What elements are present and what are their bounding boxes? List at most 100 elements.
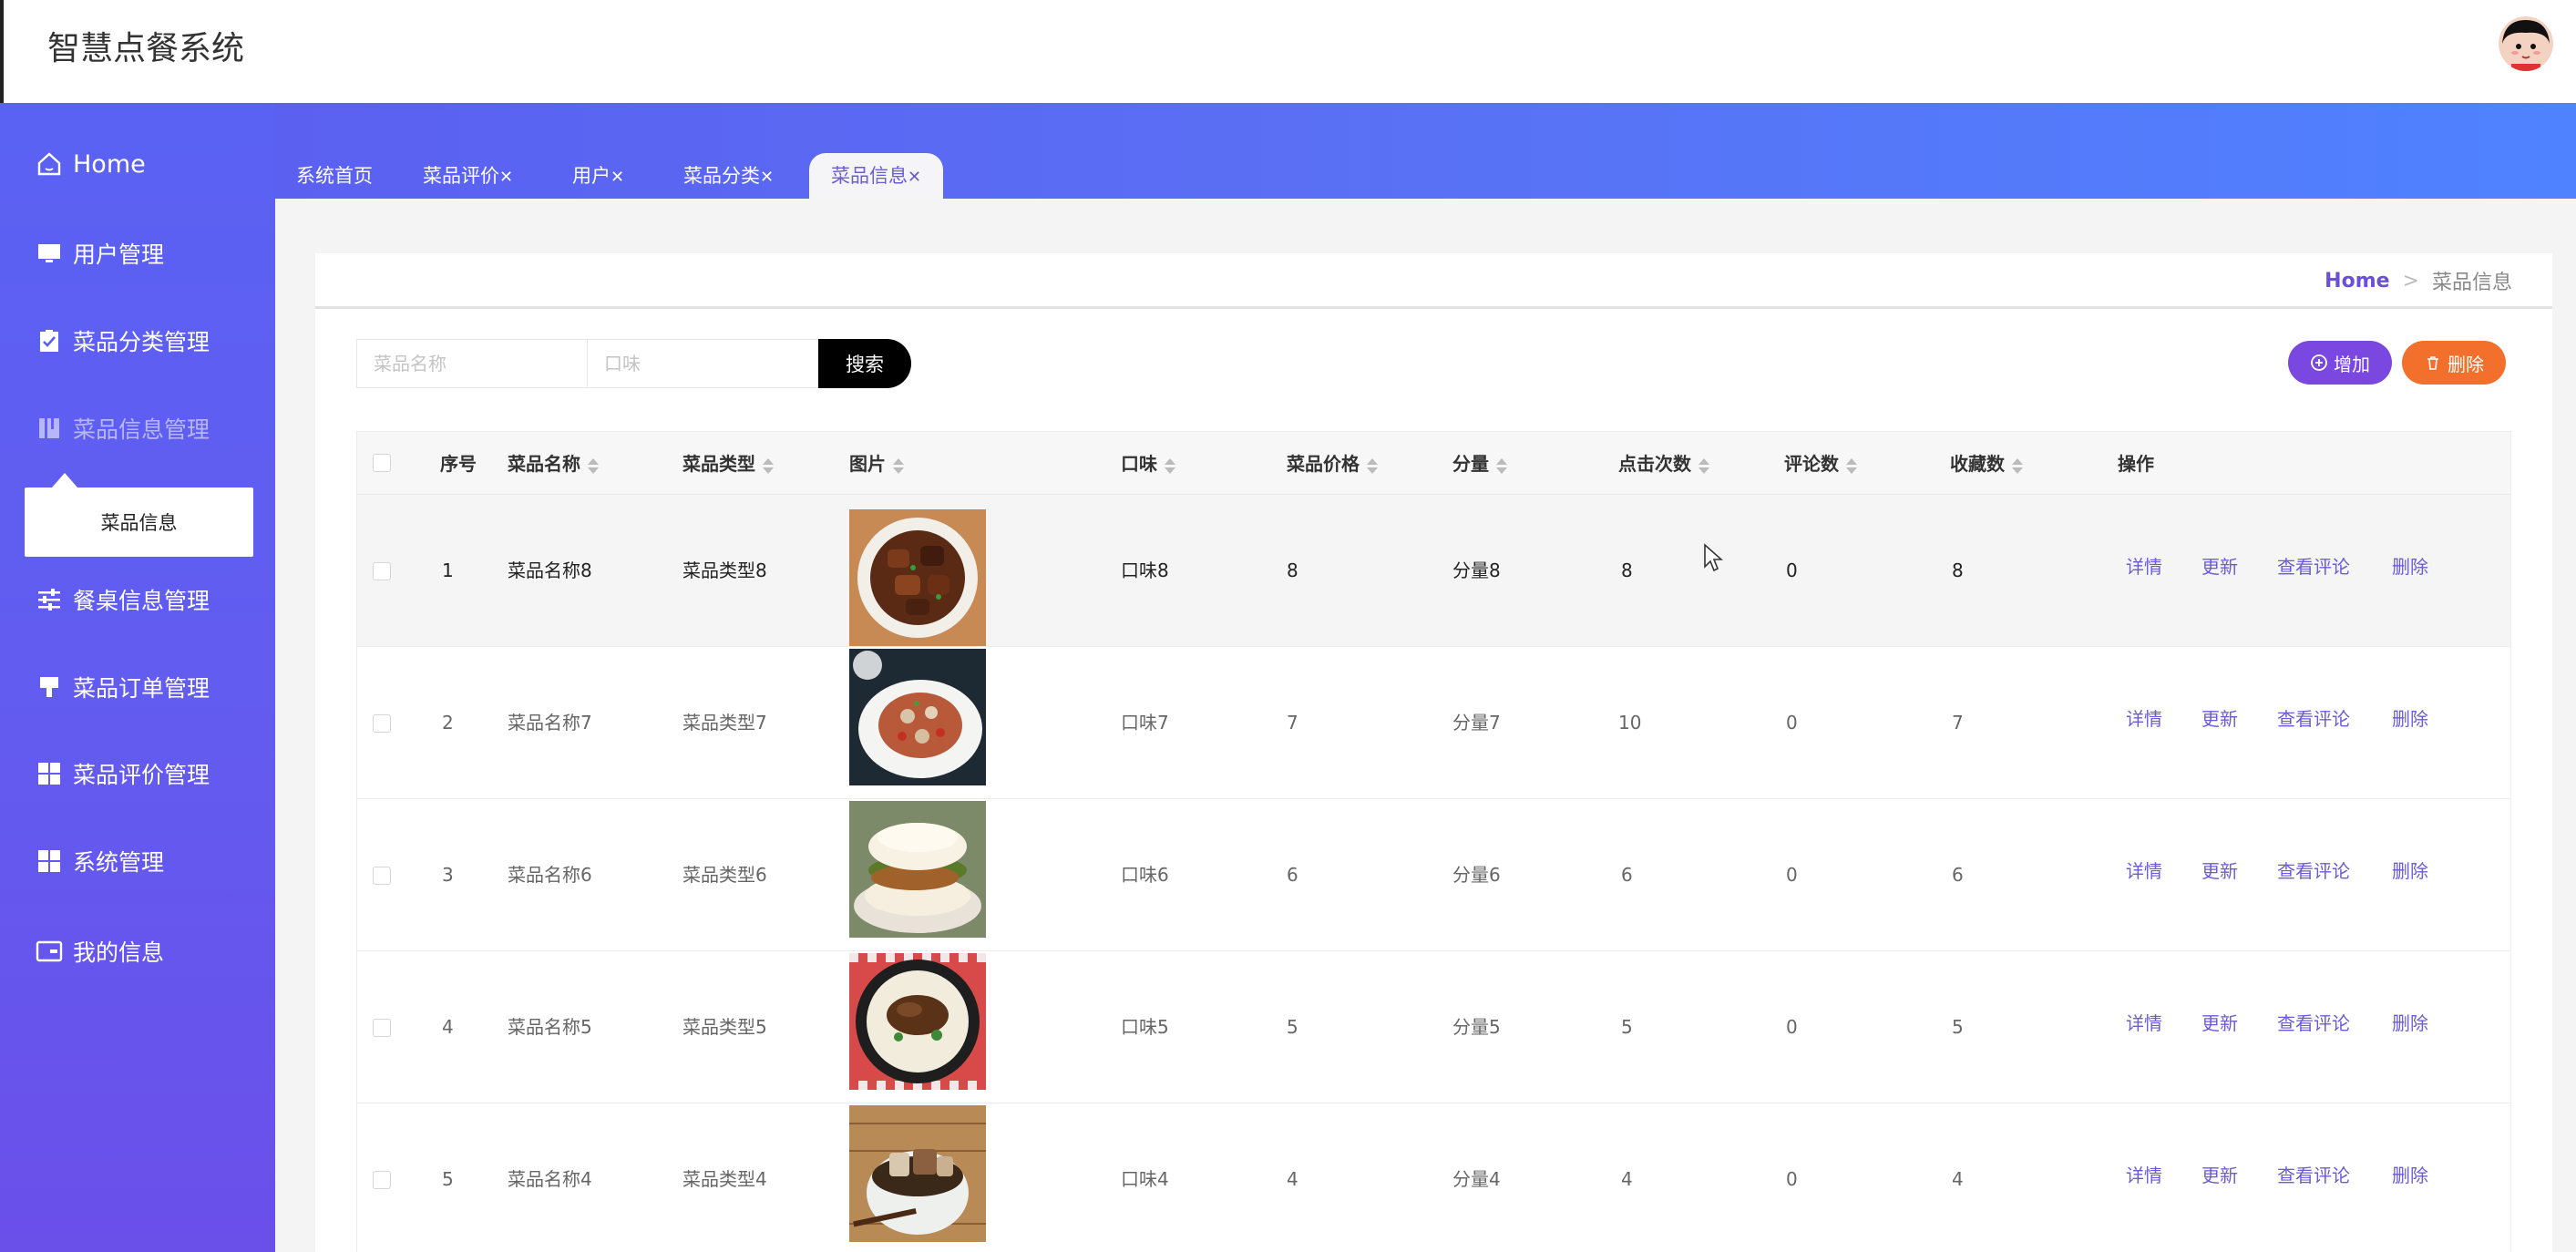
row-checkbox[interactable] [373,867,391,885]
select-all-checkbox[interactable] [373,454,391,472]
table-row[interactable]: 1 菜品名称8 菜品类型8 口味8 8 分量8 8 0 8 详情 更新 查看评论… [356,495,2511,647]
sort-icon[interactable] [763,457,774,475]
cell-price: 5 [1287,1016,1298,1038]
add-button[interactable]: 增加 [2288,341,2392,385]
row-delete-button[interactable]: 删除 [2392,948,2428,1100]
header-clicks[interactable]: 点击次数 [1618,432,1709,496]
table-row[interactable]: 3 菜品名称6 菜品类型6 口味6 6 分量6 6 0 6 详情 更新 查看评论… [356,799,2511,951]
sort-icon[interactable] [1165,457,1175,475]
sidebar-item-category[interactable]: 菜品分类管理 [35,318,210,364]
sidebar-item-label: 菜品订单管理 [73,675,210,702]
header-type[interactable]: 菜品类型 [682,432,774,496]
sidebar-item-table-info[interactable]: 餐桌信息管理 [35,577,210,622]
cell-type: 菜品类型8 [682,559,767,581]
row-delete-button[interactable]: 删除 [2392,795,2428,948]
cell-taste: 口味8 [1121,559,1169,581]
row-delete-button[interactable]: 删除 [2392,491,2428,643]
cell-type: 菜品类型5 [682,1016,767,1038]
close-icon[interactable]: ✕ [499,168,513,187]
cell-index: 3 [442,864,454,886]
breadcrumb: Home > 菜品信息 [2325,266,2512,295]
header-portion[interactable]: 分量 [1452,432,1507,496]
sidebar-item-system[interactable]: 系统管理 [35,838,164,884]
cell-clicks: 5 [1621,1016,1633,1038]
brush-icon [35,672,64,702]
sidebar-item-users[interactable]: 用户管理 [35,231,164,276]
detail-button[interactable]: 详情 [2126,795,2162,948]
close-icon[interactable]: ✕ [760,168,774,187]
header-label: 菜品价格 [1287,453,1360,475]
tab-dish-info[interactable]: 菜品信息✕ [809,153,944,199]
view-reviews-button[interactable]: 查看评论 [2277,795,2350,948]
cell-reviews: 0 [1786,1016,1798,1038]
close-icon[interactable]: ✕ [908,168,921,187]
cell-index: 4 [442,1016,454,1038]
sort-icon[interactable] [1367,457,1378,475]
breadcrumb-home[interactable]: Home [2325,270,2389,292]
detail-button[interactable]: 详情 [2126,643,2162,795]
grid-icon [35,759,64,788]
cell-index: 1 [442,559,454,581]
row-checkbox[interactable] [373,1019,391,1037]
tab-users[interactable]: 用户✕ [572,153,624,199]
table-header: 序号 菜品名称 菜品类型 图片 口味 菜品价格 分量 点击次数 评论数 收藏数 … [356,431,2511,495]
tab-home[interactable]: 系统首页 [296,153,373,199]
cell-reviews: 0 [1786,1168,1798,1190]
sort-icon[interactable] [1846,457,1857,475]
user-avatar[interactable] [2499,16,2553,71]
close-icon[interactable]: ✕ [611,168,624,187]
plus-circle-icon [2311,354,2327,371]
top-header: 智慧点餐系统 [0,0,2576,103]
header-name[interactable]: 菜品名称 [508,432,599,496]
view-reviews-button[interactable]: 查看评论 [2277,948,2350,1100]
row-delete-button[interactable]: 删除 [2392,1100,2428,1252]
divider [315,306,2552,309]
view-reviews-button[interactable]: 查看评论 [2277,643,2350,795]
update-button[interactable]: 更新 [2201,643,2238,795]
batch-delete-button[interactable]: 删除 [2402,341,2506,385]
sort-icon[interactable] [588,457,599,475]
sort-icon[interactable] [1699,457,1709,475]
cell-favorites: 4 [1952,1168,1964,1190]
dish-name-input[interactable] [356,339,588,388]
update-button[interactable]: 更新 [2201,948,2238,1100]
sidebar-item-profile[interactable]: 我的信息 [35,929,164,974]
update-button[interactable]: 更新 [2201,795,2238,948]
row-checkbox[interactable] [373,562,391,580]
cell-favorites: 6 [1952,864,1964,886]
sidebar-item-reviews[interactable]: 菜品评价管理 [35,751,210,796]
sidebar-item-home[interactable]: Home [35,141,146,187]
header-price[interactable]: 菜品价格 [1287,432,1378,496]
delete-button-label: 删除 [2448,353,2484,375]
cell-price: 7 [1287,712,1298,734]
sort-icon[interactable] [1496,457,1507,475]
view-reviews-button[interactable]: 查看评论 [2277,491,2350,643]
header-favorites[interactable]: 收藏数 [1950,432,2023,496]
row-delete-button[interactable]: 删除 [2392,643,2428,795]
table-row[interactable]: 5 菜品名称4 菜品类型4 口味4 4 分量4 4 0 4 详情 更新 查看评论… [356,1103,2511,1252]
sort-icon[interactable] [2012,457,2023,475]
row-checkbox[interactable] [373,714,391,733]
detail-button[interactable]: 详情 [2126,948,2162,1100]
taste-input[interactable] [587,339,819,388]
table-row[interactable]: 2 菜品名称7 菜品类型7 口味7 7 分量7 10 0 7 详情 更新 查看评… [356,647,2511,799]
sliders-icon [35,585,64,614]
sidebar-item-dish-info[interactable]: 菜品信息管理 [35,405,210,451]
table-row[interactable]: 4 菜品名称5 菜品类型5 口味5 5 分量5 5 0 5 详情 更新 查看评论… [356,951,2511,1103]
row-checkbox[interactable] [373,1171,391,1189]
detail-button[interactable]: 详情 [2126,491,2162,643]
tab-dish-reviews[interactable]: 菜品评价✕ [423,153,513,199]
submenu-item-dish-info[interactable]: 菜品信息 [25,487,253,557]
update-button[interactable]: 更新 [2201,1100,2238,1252]
tab-dish-category[interactable]: 菜品分类✕ [683,153,774,199]
detail-button[interactable]: 详情 [2126,1100,2162,1252]
sort-icon[interactable] [893,457,904,475]
search-button[interactable]: 搜索 [818,339,911,388]
header-index: 序号 [440,453,477,475]
sidebar-item-orders[interactable]: 菜品订单管理 [35,664,210,710]
view-reviews-button[interactable]: 查看评论 [2277,1100,2350,1252]
header-image[interactable]: 图片 [849,432,904,496]
header-reviews[interactable]: 评论数 [1784,432,1857,496]
header-taste[interactable]: 口味 [1121,432,1175,496]
update-button[interactable]: 更新 [2201,491,2238,643]
